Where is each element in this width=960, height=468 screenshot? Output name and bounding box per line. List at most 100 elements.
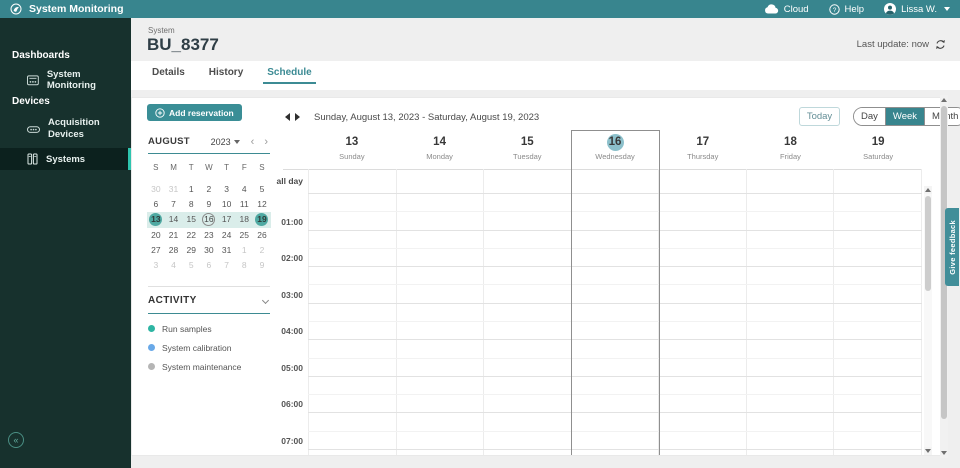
- mini-calendar-day[interactable]: 31: [165, 182, 183, 197]
- mini-calendar-day[interactable]: 7: [218, 258, 236, 273]
- mini-calendar-day[interactable]: 29: [182, 243, 200, 258]
- sidebar-item-acquisition-devices[interactable]: Acquisition Devices: [0, 113, 131, 145]
- mini-calendar-day[interactable]: 23: [200, 228, 218, 243]
- view-day-button[interactable]: Day: [854, 108, 886, 125]
- scheduler-day-name: Sunday: [339, 152, 365, 161]
- mini-calendar-day[interactable]: 6: [147, 197, 165, 212]
- sidebar-item-system-monitoring[interactable]: System Monitoring: [0, 68, 131, 92]
- scheduler-day-header[interactable]: 14 Monday: [396, 131, 484, 169]
- activity-color-dot: [148, 325, 155, 332]
- scheduler-day-header[interactable]: 17 Thursday: [659, 131, 747, 169]
- mini-calendar-day[interactable]: 14: [164, 212, 183, 228]
- scheduler-day-number: 16: [606, 134, 624, 151]
- give-feedback-button[interactable]: Give feedback: [945, 208, 959, 286]
- mini-calendar-day[interactable]: 12: [253, 197, 271, 212]
- scheduler-day-header-row: 13 Sunday 14 Monday 15 Tuesday 16 Wednesday 17 Th…: [308, 131, 922, 169]
- triangle-down-icon: [925, 449, 931, 453]
- time-label: 06:00: [281, 399, 303, 410]
- mini-calendar-day[interactable]: 24: [218, 228, 236, 243]
- activity-title: ACTIVITY: [148, 295, 197, 306]
- grid-scroll-down-button[interactable]: [924, 447, 932, 455]
- mini-calendar-weekday-header: S: [259, 163, 265, 172]
- mini-calendar-day[interactable]: 27: [147, 243, 165, 258]
- mini-calendar-day[interactable]: 17: [217, 212, 236, 228]
- mini-calendar-year-select[interactable]: 2023: [211, 137, 240, 147]
- mini-calendar-day[interactable]: 9: [200, 197, 218, 212]
- scheduler-day-number: 13: [345, 136, 359, 148]
- cloud-button[interactable]: Cloud: [764, 4, 809, 15]
- mini-calendar-day[interactable]: 20: [147, 228, 165, 243]
- scheduler-day-name: Wednesday: [595, 152, 635, 161]
- mini-calendar-day[interactable]: 8: [235, 258, 253, 273]
- mini-calendar-day[interactable]: 10: [218, 197, 236, 212]
- mini-calendar-day[interactable]: 31: [218, 243, 236, 258]
- brand-logo-icon: [10, 3, 22, 15]
- triangle-down-icon: [941, 451, 947, 455]
- mini-calendar-next-button[interactable]: ›: [262, 136, 270, 147]
- add-reservation-button[interactable]: Add reservation: [147, 104, 242, 121]
- mini-calendar-day[interactable]: 15: [182, 212, 201, 228]
- hour-row: [308, 377, 922, 414]
- mini-calendar-day[interactable]: 3: [147, 258, 165, 273]
- left-panel-divider: [148, 286, 270, 287]
- mini-calendar-day[interactable]: 22: [182, 228, 200, 243]
- scheduler-day-header[interactable]: 19 Saturday: [834, 131, 922, 169]
- mini-calendar-day[interactable]: 16: [200, 212, 218, 228]
- mini-calendar-day[interactable]: 4: [235, 182, 253, 197]
- mini-calendar-header: AUGUST 2023 ‹ ›: [148, 136, 270, 147]
- mini-calendar-day[interactable]: 28: [165, 243, 183, 258]
- tab-schedule[interactable]: Schedule: [263, 61, 316, 84]
- grid-scroll-up-button[interactable]: [924, 186, 932, 194]
- mini-calendar-day[interactable]: 1: [182, 182, 200, 197]
- tab-details[interactable]: Details: [148, 61, 189, 84]
- scheduler-day-header[interactable]: 18 Friday: [747, 131, 835, 169]
- refresh-icon[interactable]: [935, 39, 946, 50]
- mini-calendar-day[interactable]: 6: [200, 258, 218, 273]
- grid-scrollbar-thumb[interactable]: [925, 196, 931, 291]
- page-scroll-up-button[interactable]: [940, 96, 948, 104]
- user-menu[interactable]: Lissa W.: [884, 3, 950, 15]
- scheduler-day-number: 19: [871, 136, 885, 148]
- mini-calendar-day[interactable]: 21: [165, 228, 183, 243]
- mini-calendar-day[interactable]: 13: [147, 212, 165, 228]
- sidebar-item-systems[interactable]: Systems: [0, 148, 131, 170]
- mini-calendar-day[interactable]: 8: [182, 197, 200, 212]
- mini-calendar-day[interactable]: 30: [147, 182, 165, 197]
- half-hour-line: [308, 450, 922, 455]
- scheduler-grid[interactable]: [308, 193, 922, 455]
- mini-calendar-day[interactable]: 2: [200, 182, 218, 197]
- mini-calendar-day[interactable]: 18: [235, 212, 254, 228]
- hour-row: [308, 450, 922, 455]
- scheduler-day-header[interactable]: 13 Sunday: [308, 131, 396, 169]
- mini-calendar-prev-button[interactable]: ‹: [249, 136, 257, 147]
- scheduler-date-range: Sunday, August 13, 2023 - Saturday, Augu…: [314, 111, 540, 123]
- next-week-icon[interactable]: [295, 113, 300, 121]
- scheduler-day-header[interactable]: 15 Tuesday: [483, 131, 571, 169]
- mini-calendar-day[interactable]: 5: [182, 258, 200, 273]
- mini-calendar-day[interactable]: 30: [200, 243, 218, 258]
- mini-calendar-weekday-header: T: [188, 163, 194, 172]
- view-week-button[interactable]: Week: [885, 108, 926, 125]
- mini-calendar-day[interactable]: 7: [165, 197, 183, 212]
- activity-color-dot: [148, 363, 155, 370]
- mini-calendar-day[interactable]: 4: [165, 258, 183, 273]
- selected-indicator: [128, 148, 131, 170]
- time-label: 07:00: [281, 435, 303, 446]
- scheduler-day-header[interactable]: 16 Wednesday: [571, 131, 659, 169]
- page-scroll-down-button[interactable]: [940, 449, 948, 457]
- tabstrip: Details History Schedule: [131, 61, 960, 90]
- mini-calendar-day[interactable]: 25: [235, 228, 253, 243]
- prev-week-icon[interactable]: [285, 113, 290, 121]
- activity-accent-line: [148, 313, 270, 314]
- hour-row: [308, 231, 922, 268]
- mini-calendar-day[interactable]: 3: [218, 182, 236, 197]
- sidebar-collapse-button[interactable]: «: [8, 432, 24, 448]
- tab-history[interactable]: History: [205, 61, 247, 84]
- mini-calendar-month: AUGUST: [148, 136, 190, 147]
- mini-calendar-day[interactable]: 11: [235, 197, 253, 212]
- today-button[interactable]: Today: [799, 107, 840, 126]
- mini-calendar-day[interactable]: 1: [235, 243, 253, 258]
- mini-calendar-day[interactable]: 26: [253, 228, 271, 243]
- activity-color-dot: [148, 344, 155, 351]
- help-button[interactable]: ? Help: [828, 4, 864, 15]
